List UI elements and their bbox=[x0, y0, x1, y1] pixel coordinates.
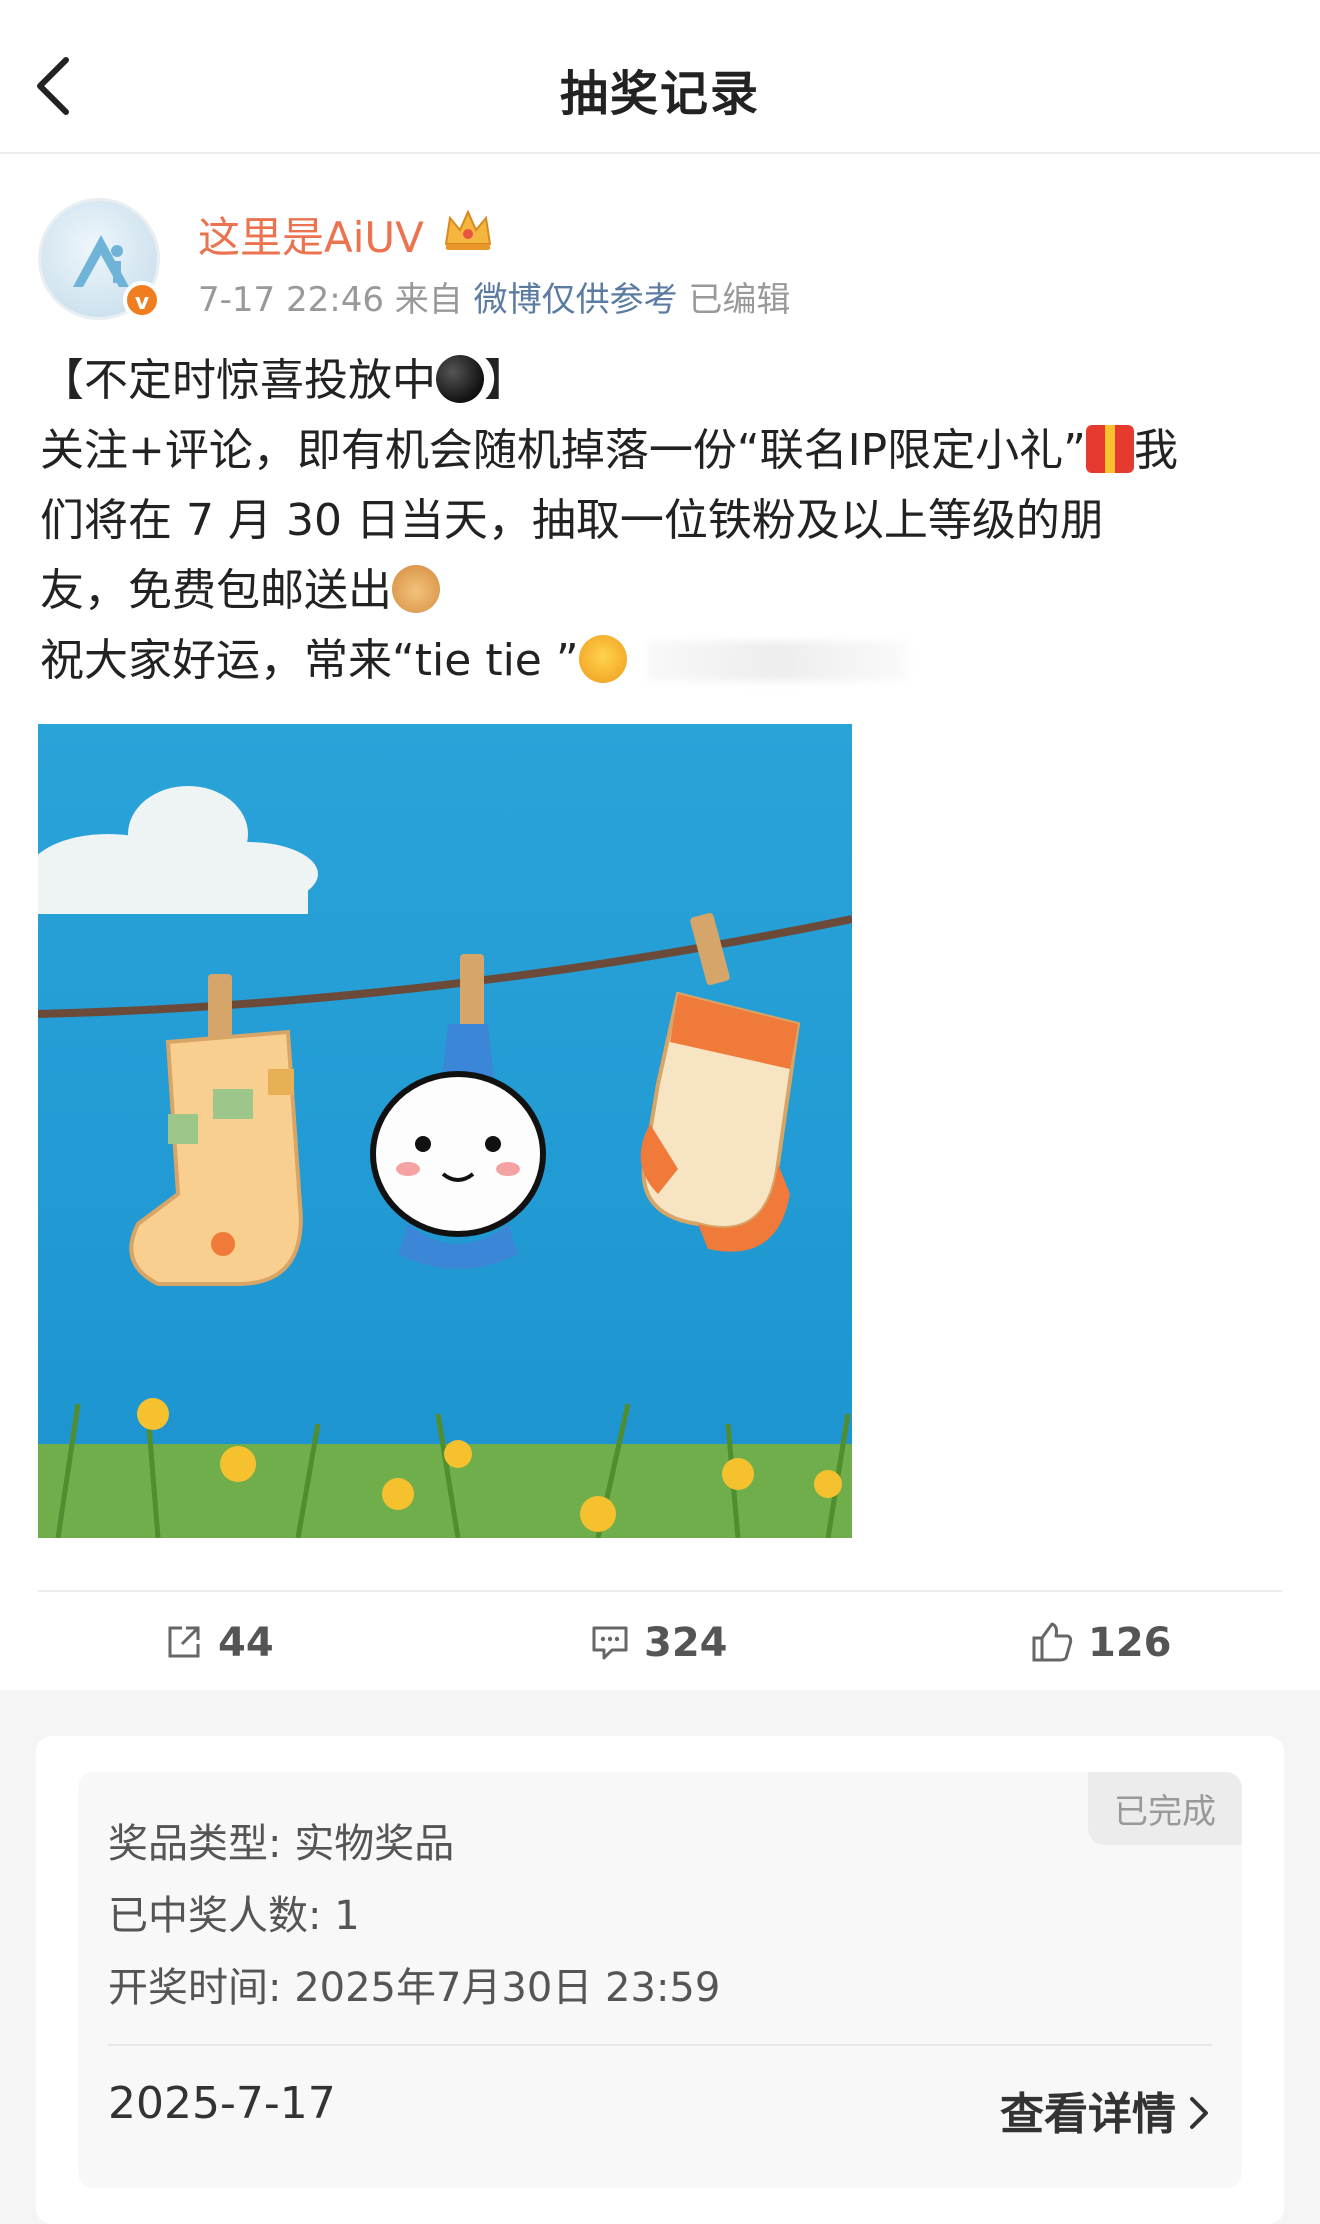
crown-icon bbox=[444, 209, 492, 250]
socks-clothesline-illustration bbox=[38, 724, 852, 1538]
repost-button[interactable]: 44 bbox=[164, 1620, 274, 1666]
content-line-2-end: 我 bbox=[1133, 425, 1178, 476]
share-icon bbox=[168, 1626, 200, 1658]
content-line-3: 们将在 7 月 30 日当天，抽取一位铁粉及以上等级的朋 bbox=[40, 495, 1104, 546]
post-source[interactable]: 微博仅供参考 bbox=[474, 280, 678, 320]
post-content: 【不定时惊喜投放中】 关注+评论，即有机会随机掉落一份“联名IP限定小礼” 我 们… bbox=[40, 346, 1290, 696]
comment-count: 324 bbox=[644, 1620, 728, 1666]
yummy-face-emoji-icon bbox=[578, 635, 627, 683]
comment-icon bbox=[592, 1626, 628, 1660]
record-date: 2025-7-17 bbox=[108, 2078, 336, 2129]
winner-count: 已中奖人数: 1 bbox=[108, 1893, 360, 1939]
post-image[interactable] bbox=[38, 724, 852, 1538]
content-line-1: 【不定时惊喜投放中 bbox=[40, 355, 436, 406]
nav-bar: 抽奖记录 bbox=[0, 0, 1320, 154]
bomb-emoji-icon bbox=[436, 355, 484, 403]
like-count: 126 bbox=[1088, 1620, 1172, 1666]
edited-label: 已编辑 bbox=[688, 280, 791, 320]
lottery-details: 奖品类型: 实物奖品 已中奖人数: 1 开奖时间: 2025年7月30日 23:… bbox=[108, 1808, 720, 2024]
thumbs-up-icon bbox=[1032, 1622, 1073, 1662]
comment-button[interactable]: 324 bbox=[590, 1620, 728, 1666]
doge-emoji-icon bbox=[392, 565, 440, 613]
status-badge: 已完成 bbox=[1088, 1772, 1242, 1845]
lottery-card: 已完成 奖品类型: 实物奖品 已中奖人数: 1 开奖时间: 2025年7月30日… bbox=[36, 1736, 1284, 2224]
blurred-watermark bbox=[646, 641, 907, 681]
verified-badge-icon: v bbox=[123, 281, 161, 319]
draw-time: 开奖时间: 2025年7月30日 23:59 bbox=[108, 1965, 721, 2011]
view-details-button[interactable]: 查看详情 bbox=[1000, 2078, 1212, 2142]
source-prefix: 来自 bbox=[394, 280, 463, 320]
avatar[interactable]: v bbox=[38, 198, 161, 320]
gift-emoji-icon bbox=[1085, 425, 1134, 473]
post-meta: 7-17 22:46 来自 微博仅供参考 已编辑 bbox=[198, 272, 790, 321]
chevron-right-icon bbox=[1190, 2097, 1208, 2129]
card-divider bbox=[108, 2044, 1212, 2046]
post-actions: 44 324 126 bbox=[0, 1592, 1320, 1690]
view-details-label: 查看详情 bbox=[1000, 2089, 1176, 2140]
content-line-5: 祝大家好运，常来“tie tie ” bbox=[40, 635, 579, 686]
prize-type: 奖品类型: 实物奖品 bbox=[108, 1821, 455, 1867]
content-line-1-end: 】 bbox=[484, 355, 528, 406]
content-line-2: 关注+评论，即有机会随机掉落一份“联名IP限定小礼” bbox=[40, 425, 1086, 476]
username[interactable]: 这里是AiUV bbox=[198, 204, 424, 265]
like-button[interactable]: 126 bbox=[1030, 1620, 1172, 1666]
post-time: 7-17 22:46 bbox=[198, 280, 384, 320]
page-title: 抽奖记录 bbox=[559, 66, 760, 122]
repost-count: 44 bbox=[218, 1620, 274, 1666]
weibo-post: v 这里是AiUV 7-17 22:46 来自 微博仅供参考 已编辑 【不定时惊… bbox=[0, 154, 1320, 1690]
content-line-4: 友，免费包邮送出 bbox=[40, 565, 392, 616]
lottery-info-box: 已完成 奖品类型: 实物奖品 已中奖人数: 1 开奖时间: 2025年7月30日… bbox=[78, 1772, 1242, 2188]
